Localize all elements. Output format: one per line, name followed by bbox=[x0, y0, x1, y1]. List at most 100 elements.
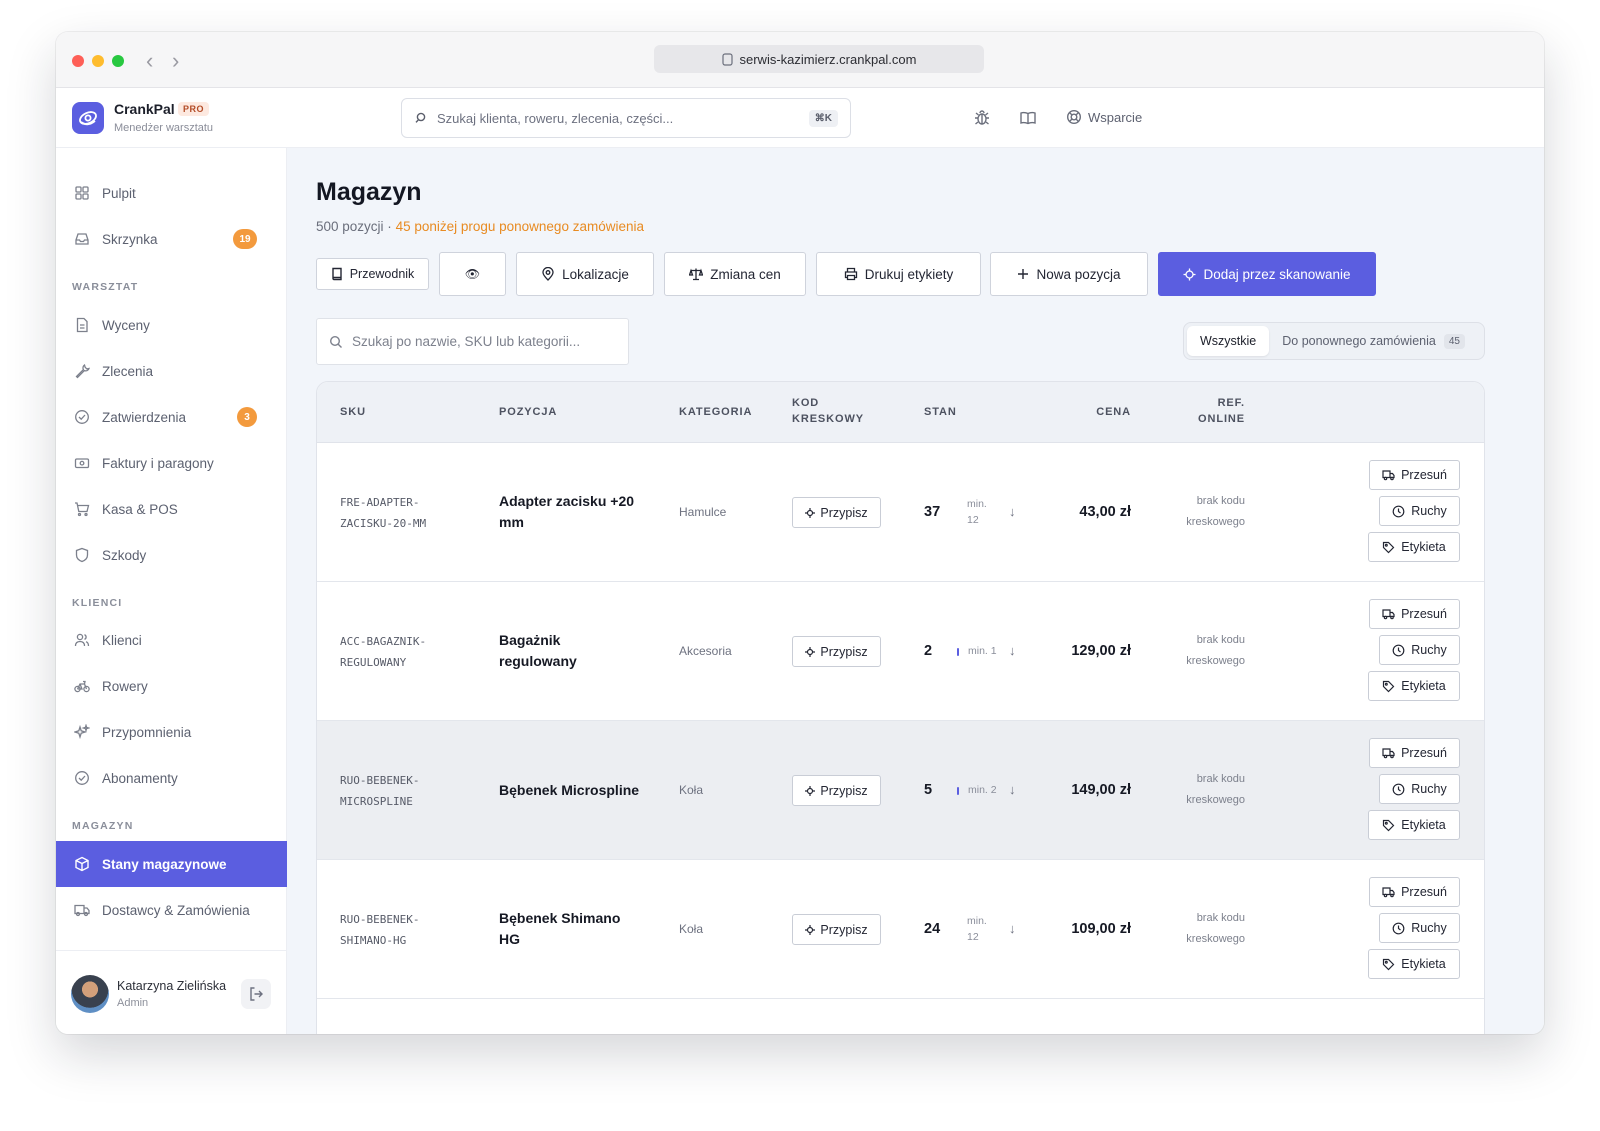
tag-icon bbox=[1383, 680, 1395, 692]
address-bar[interactable]: serwis-kazimierz.crankpal.com bbox=[654, 45, 984, 73]
movements-button[interactable]: Ruchy bbox=[1379, 635, 1460, 665]
app-header: CrankPal PRO Menedżer warsztatu Szukaj k… bbox=[56, 88, 1544, 148]
sidebar-item-dashboard[interactable]: Pulpit bbox=[56, 170, 287, 216]
check-circle-icon bbox=[75, 410, 89, 424]
sidebar-item-approvals[interactable]: Zatwierdzenia 3 bbox=[56, 394, 287, 440]
table-row[interactable]: RUO-BEBENEK- SHIMANO-HG Bębenek Shimano HG… bbox=[317, 860, 1484, 999]
support-link[interactable]: Wsparcie bbox=[1066, 109, 1142, 125]
move-button[interactable]: Przesuń bbox=[1369, 877, 1460, 907]
sidebar-item-stock[interactable]: Stany magazynowe bbox=[56, 841, 287, 887]
sidebar-item-quotes[interactable]: Wyceny bbox=[56, 302, 287, 348]
book-icon[interactable] bbox=[1019, 109, 1037, 127]
sidebar-item-orders[interactable]: Zlecenia bbox=[56, 348, 287, 394]
price-change-button[interactable]: Zmiana cen bbox=[664, 252, 806, 296]
column-header-price[interactable]: CENA bbox=[1017, 404, 1131, 420]
filter-all-tab[interactable]: Wszystkie bbox=[1187, 326, 1270, 356]
inventory-search-input[interactable]: Szukaj po nazwie, SKU lub kategorii... bbox=[316, 318, 629, 365]
column-header-category[interactable]: KATEGORIA bbox=[679, 404, 752, 420]
global-search-input[interactable]: Szukaj klienta, roweru, zlecenia, części… bbox=[401, 98, 851, 138]
assign-barcode-button[interactable]: Przypisz bbox=[792, 497, 881, 528]
sidebar-item-subscriptions[interactable]: Abonamenty bbox=[56, 755, 287, 801]
arrow-down-icon[interactable]: ↓ bbox=[1009, 504, 1016, 519]
label-button[interactable]: Etykieta bbox=[1368, 671, 1460, 701]
move-label: Przesuń bbox=[1401, 468, 1447, 482]
label-button[interactable]: Etykieta bbox=[1368, 810, 1460, 840]
add-by-scan-button[interactable]: Dodaj przez skanowanie bbox=[1158, 252, 1376, 296]
cart-icon bbox=[75, 502, 90, 517]
movements-label: Ruchy bbox=[1411, 921, 1447, 935]
bicycle-icon bbox=[74, 680, 90, 693]
sidebar-item-invoices[interactable]: Faktury i paragony bbox=[56, 440, 287, 486]
user-role: Admin bbox=[117, 997, 149, 1009]
sidebar-item-reminders[interactable]: Przypomnienia bbox=[56, 709, 287, 755]
item-name[interactable]: Adapter zacisku +20 mm bbox=[499, 491, 639, 533]
label-button[interactable]: Etykieta bbox=[1368, 532, 1460, 562]
assign-barcode-button[interactable]: Przypisz bbox=[792, 636, 881, 667]
ref-line: kreskowego bbox=[1186, 655, 1245, 667]
column-header-ref-online[interactable]: REF. ONLINE bbox=[1147, 395, 1245, 427]
guide-button[interactable]: Przewodnik bbox=[316, 258, 429, 290]
reorder-warning-link[interactable]: 45 poniżej progu ponownego zamówienia bbox=[396, 219, 644, 234]
bug-icon[interactable] bbox=[973, 109, 991, 127]
assign-barcode-button[interactable]: Przypisz bbox=[792, 775, 881, 806]
table-row[interactable]: ACC-BAGAZNIK- REGULOWANY Bagażnik regulowa… bbox=[317, 582, 1484, 721]
sidebar-item-damages[interactable]: Szkody bbox=[56, 532, 287, 578]
new-item-button[interactable]: Nowa pozycja bbox=[990, 252, 1148, 296]
avatar[interactable] bbox=[71, 975, 109, 1013]
clock-icon bbox=[1392, 644, 1405, 656]
sidebar-item-inbox[interactable]: Skrzynka 19 bbox=[56, 216, 287, 262]
movements-button[interactable]: Ruchy bbox=[1379, 913, 1460, 943]
sku-cell: FRE-ADAPTER- ZACISKU-20-MM bbox=[340, 492, 450, 534]
forward-icon[interactable]: › bbox=[172, 48, 179, 74]
column-header-barcode[interactable]: KOD KRESKOWY bbox=[792, 395, 864, 427]
logout-button[interactable] bbox=[241, 979, 271, 1009]
filter-reorder-tab[interactable]: Do ponownego zamówienia 45 bbox=[1269, 326, 1478, 356]
print-labels-button[interactable]: Drukuj etykiety bbox=[816, 252, 981, 296]
column-header-stock[interactable]: STAN bbox=[924, 404, 957, 420]
arrow-down-icon[interactable]: ↓ bbox=[1009, 643, 1016, 658]
sidebar-item-pos[interactable]: Kasa & POS bbox=[56, 486, 287, 532]
movements-button[interactable]: Ruchy bbox=[1379, 496, 1460, 526]
move-button[interactable]: Przesuń bbox=[1369, 599, 1460, 629]
maximize-window-button[interactable] bbox=[112, 55, 124, 67]
move-button[interactable]: Przesuń bbox=[1369, 738, 1460, 768]
item-name[interactable]: Bagażnik regulowany bbox=[499, 630, 639, 672]
move-label: Przesuń bbox=[1401, 746, 1447, 760]
sidebar-item-suppliers[interactable]: Dostawcy & Zamówienia bbox=[56, 887, 287, 933]
stock-quantity: 24 bbox=[924, 921, 941, 937]
item-name[interactable]: Bębenek Microspline bbox=[499, 780, 659, 801]
close-window-button[interactable] bbox=[72, 55, 84, 67]
column-header-sku[interactable]: SKU bbox=[340, 404, 366, 420]
wrench-icon bbox=[75, 363, 90, 379]
back-icon[interactable]: ‹ bbox=[146, 48, 153, 74]
inbox-icon bbox=[75, 233, 89, 245]
label-button[interactable]: Etykieta bbox=[1368, 949, 1460, 979]
column-header-item[interactable]: POZYCJA bbox=[499, 404, 557, 420]
visibility-button[interactable]: 👁 bbox=[439, 252, 506, 296]
arrow-down-icon[interactable]: ↓ bbox=[1009, 782, 1016, 797]
move-button[interactable]: Przesuń bbox=[1369, 460, 1460, 490]
search-icon bbox=[415, 112, 426, 123]
locations-button[interactable]: Lokalizacje bbox=[516, 252, 654, 296]
tag-icon bbox=[1383, 541, 1395, 553]
movements-button[interactable]: Ruchy bbox=[1379, 774, 1460, 804]
min-line: 12 bbox=[967, 514, 979, 526]
move-label: Przesuń bbox=[1401, 607, 1447, 621]
minimize-window-button[interactable] bbox=[92, 55, 104, 67]
item-name-line: regulowany bbox=[499, 653, 577, 669]
crankpal-logo-icon[interactable] bbox=[72, 102, 104, 134]
table-row[interactable]: RUO-BEBENEK- MICROSPLINE Bębenek Microspl… bbox=[317, 721, 1484, 860]
add-by-scan-label: Dodaj przez skanowanie bbox=[1203, 266, 1351, 282]
sidebar-item-clients[interactable]: Klienci bbox=[56, 617, 287, 663]
sidebar-item-bikes[interactable]: Rowery bbox=[56, 663, 287, 709]
sidebar-item-label: Klienci bbox=[102, 632, 142, 648]
table-row[interactable]: FRE-ADAPTER- ZACISKU-20-MM Adapter zacisk… bbox=[317, 443, 1484, 582]
arrow-down-icon[interactable]: ↓ bbox=[1009, 921, 1016, 936]
ref-line: kreskowego bbox=[1186, 516, 1245, 528]
assign-barcode-button[interactable]: Przypisz bbox=[792, 914, 881, 945]
item-name[interactable]: Bębenek Shimano HG bbox=[499, 908, 639, 950]
column-header-barcode-line1: KOD bbox=[792, 397, 820, 409]
scale-icon bbox=[689, 268, 704, 281]
tag-icon bbox=[1383, 819, 1395, 831]
truck-icon bbox=[1382, 887, 1395, 898]
